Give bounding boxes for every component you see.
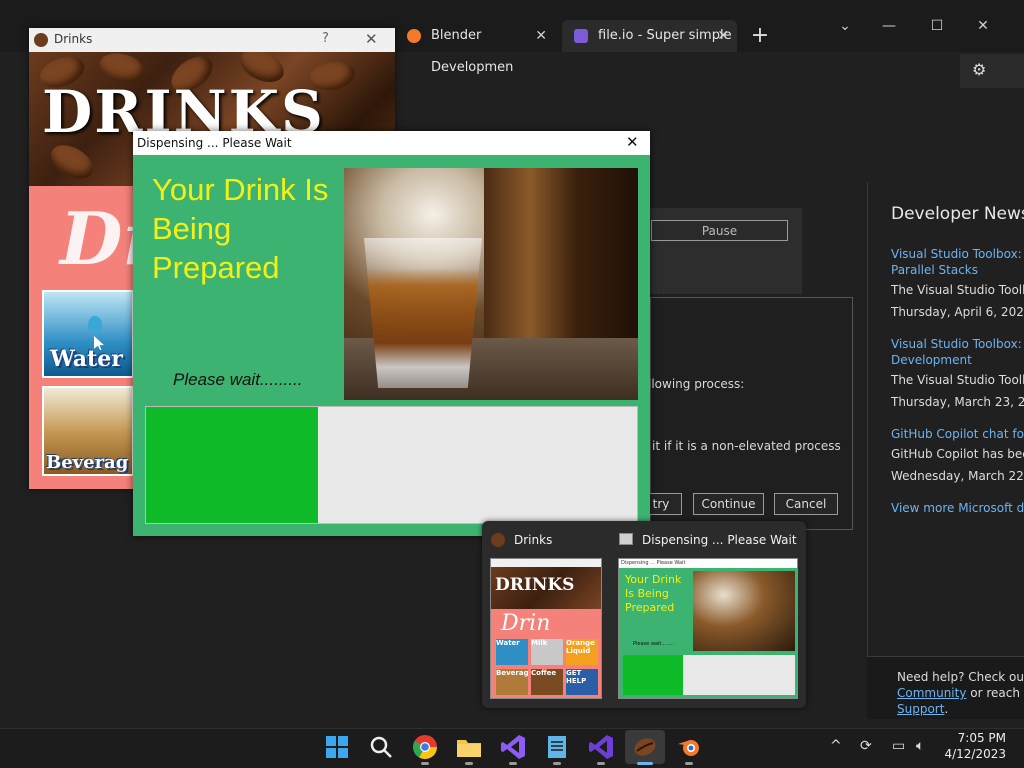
close-window-button[interactable]: ✕ — [960, 12, 1006, 40]
chrome-icon[interactable] — [411, 733, 439, 761]
toolbar-strip — [960, 54, 1024, 88]
coffee-bean-icon — [491, 533, 505, 547]
tab-fileio[interactable]: file.io - Super simple ✕ — [562, 20, 737, 52]
close-icon[interactable]: ✕ — [717, 20, 729, 52]
mini-tile: GET HELP — [566, 669, 598, 695]
window-icon — [619, 533, 633, 545]
beverage-tile[interactable]: Beverag — [42, 386, 134, 476]
mini-progress-fill — [623, 655, 683, 695]
news-title: Developer News — [891, 204, 1024, 224]
tile-label: Beverag — [46, 452, 129, 473]
chevron-down-icon[interactable]: ⌄ — [822, 12, 868, 40]
help-line3: Support. — [897, 702, 948, 716]
pause-button[interactable]: Pause — [651, 220, 788, 241]
mini-tile: Beverage — [496, 669, 528, 695]
news-text: The Visual Studio Toolbox — [891, 373, 1024, 387]
preview-label-dispensing: Dispensing ... Please Wait — [642, 533, 797, 547]
mini-titlebar — [491, 559, 601, 567]
water-drop-icon — [88, 316, 102, 334]
news-date: Thursday, April 6, 2023 — [891, 305, 1024, 319]
visual-studio-preview-icon[interactable] — [587, 733, 615, 761]
close-button[interactable]: ✕ — [626, 133, 639, 151]
shot-glass — [364, 238, 482, 388]
help-button[interactable]: ? — [322, 31, 329, 46]
mini-photo — [693, 571, 795, 651]
mini-tile: Milk — [531, 639, 563, 665]
new-tab-button[interactable]: + — [744, 20, 776, 52]
help-text: Need help? Check out t — [897, 670, 1024, 684]
news-date: Wednesday, March 22, 20 — [891, 469, 1024, 483]
tab-label: Blender Developmen — [431, 28, 514, 75]
active-indicator — [637, 762, 653, 765]
mini-watermark: Drin — [501, 611, 551, 636]
dispensing-title: Dispensing ... Please Wait — [137, 136, 292, 150]
coffee-bean-icon[interactable] — [631, 733, 659, 761]
chevron-up-icon[interactable]: ^ — [830, 738, 842, 754]
community-link[interactable]: Community — [897, 686, 966, 700]
news-text: The Visual Studio Toolbox — [891, 283, 1024, 297]
preview-thumbnail-dispensing[interactable]: Dispensing ... Please Wait Your Drink Is… — [618, 558, 798, 699]
clock-time[interactable]: 7:05 PM — [948, 731, 1006, 745]
notepad-icon[interactable] — [543, 733, 571, 761]
progress-fill — [146, 407, 318, 523]
close-icon[interactable]: ✕ — [535, 20, 547, 52]
nonelevated-text: it if it is a non-elevated process — [652, 439, 841, 453]
minimize-button[interactable]: — — [866, 12, 912, 40]
news-link[interactable]: Visual Studio Toolbox: De — [891, 246, 1024, 262]
drink-glass-photo — [344, 168, 638, 400]
news-link[interactable]: Parallel Stacks — [891, 262, 1024, 278]
close-button[interactable]: ✕ — [365, 30, 378, 48]
tab-blender[interactable]: Blender Developmen ✕ — [395, 20, 555, 75]
mini-heading: Your Drink Is Being Prepared — [625, 573, 682, 614]
visual-studio-icon[interactable] — [499, 733, 527, 761]
running-indicator — [465, 762, 473, 765]
news-date: Thursday, March 23, 2023 — [891, 395, 1024, 409]
news-link[interactable]: Development — [891, 352, 1024, 368]
mini-titlebar: Dispensing ... Please Wait — [619, 559, 797, 568]
running-indicator — [553, 762, 561, 765]
coffee-bean-icon — [34, 33, 48, 47]
running-indicator — [509, 762, 517, 765]
support-link[interactable]: Support — [897, 702, 944, 716]
running-indicator — [685, 762, 693, 765]
help-period: . — [944, 702, 949, 716]
help-line2: Community or reach us — [897, 686, 1024, 700]
maximize-button[interactable]: ☐ — [914, 12, 960, 40]
fileio-icon — [574, 29, 588, 43]
running-indicator — [421, 762, 429, 765]
mini-tile: Coffee — [531, 669, 563, 695]
drinks-title: Drinks — [54, 32, 93, 46]
search-icon[interactable] — [367, 733, 395, 761]
continue-button[interactable]: Continue — [693, 493, 764, 515]
preview-thumbnail-drinks[interactable]: Drinks Drin Water Milk Orange Liquid Bev… — [490, 558, 602, 699]
preview-label-drinks: Drinks — [514, 533, 553, 547]
view-more-link[interactable]: View more Microsoft dev — [891, 500, 1024, 516]
windows-start-icon[interactable] — [323, 733, 351, 761]
volume-icon[interactable]: 🔈︎ — [916, 738, 924, 754]
mini-tile: Water — [496, 639, 528, 665]
please-wait-text: Please wait......... — [173, 370, 303, 389]
mini-tile: Orange Liquid — [566, 639, 598, 665]
blender-icon — [407, 29, 421, 43]
running-indicator — [597, 762, 605, 765]
network-icon[interactable]: ▭ — [892, 738, 905, 754]
gear-icon[interactable]: ⚙ — [972, 60, 986, 79]
file-explorer-icon[interactable] — [455, 733, 483, 761]
sync-icon[interactable]: ⟳ — [860, 738, 872, 754]
cancel-button[interactable]: Cancel — [774, 493, 838, 515]
news-text: GitHub Copilot has becom — [891, 447, 1024, 461]
process-text: llowing process: — [648, 377, 745, 391]
news-link[interactable]: GitHub Copilot chat for V — [891, 426, 1024, 442]
clock-date[interactable]: 4/12/2023 — [938, 747, 1006, 761]
dispensing-heading: Your Drink Is Being Prepared — [152, 172, 329, 285]
mini-wait-text: Please wait........ — [633, 641, 675, 647]
tab-label: file.io - Super simple — [598, 28, 732, 43]
blender-icon[interactable] — [675, 733, 703, 761]
water-tile[interactable]: Water — [42, 290, 134, 378]
mini-banner-text: Drinks — [495, 575, 575, 595]
help-text: or reach us — [970, 686, 1024, 700]
news-link[interactable]: Visual Studio Toolbox: Int — [891, 336, 1024, 352]
tile-label: Water — [50, 346, 123, 372]
